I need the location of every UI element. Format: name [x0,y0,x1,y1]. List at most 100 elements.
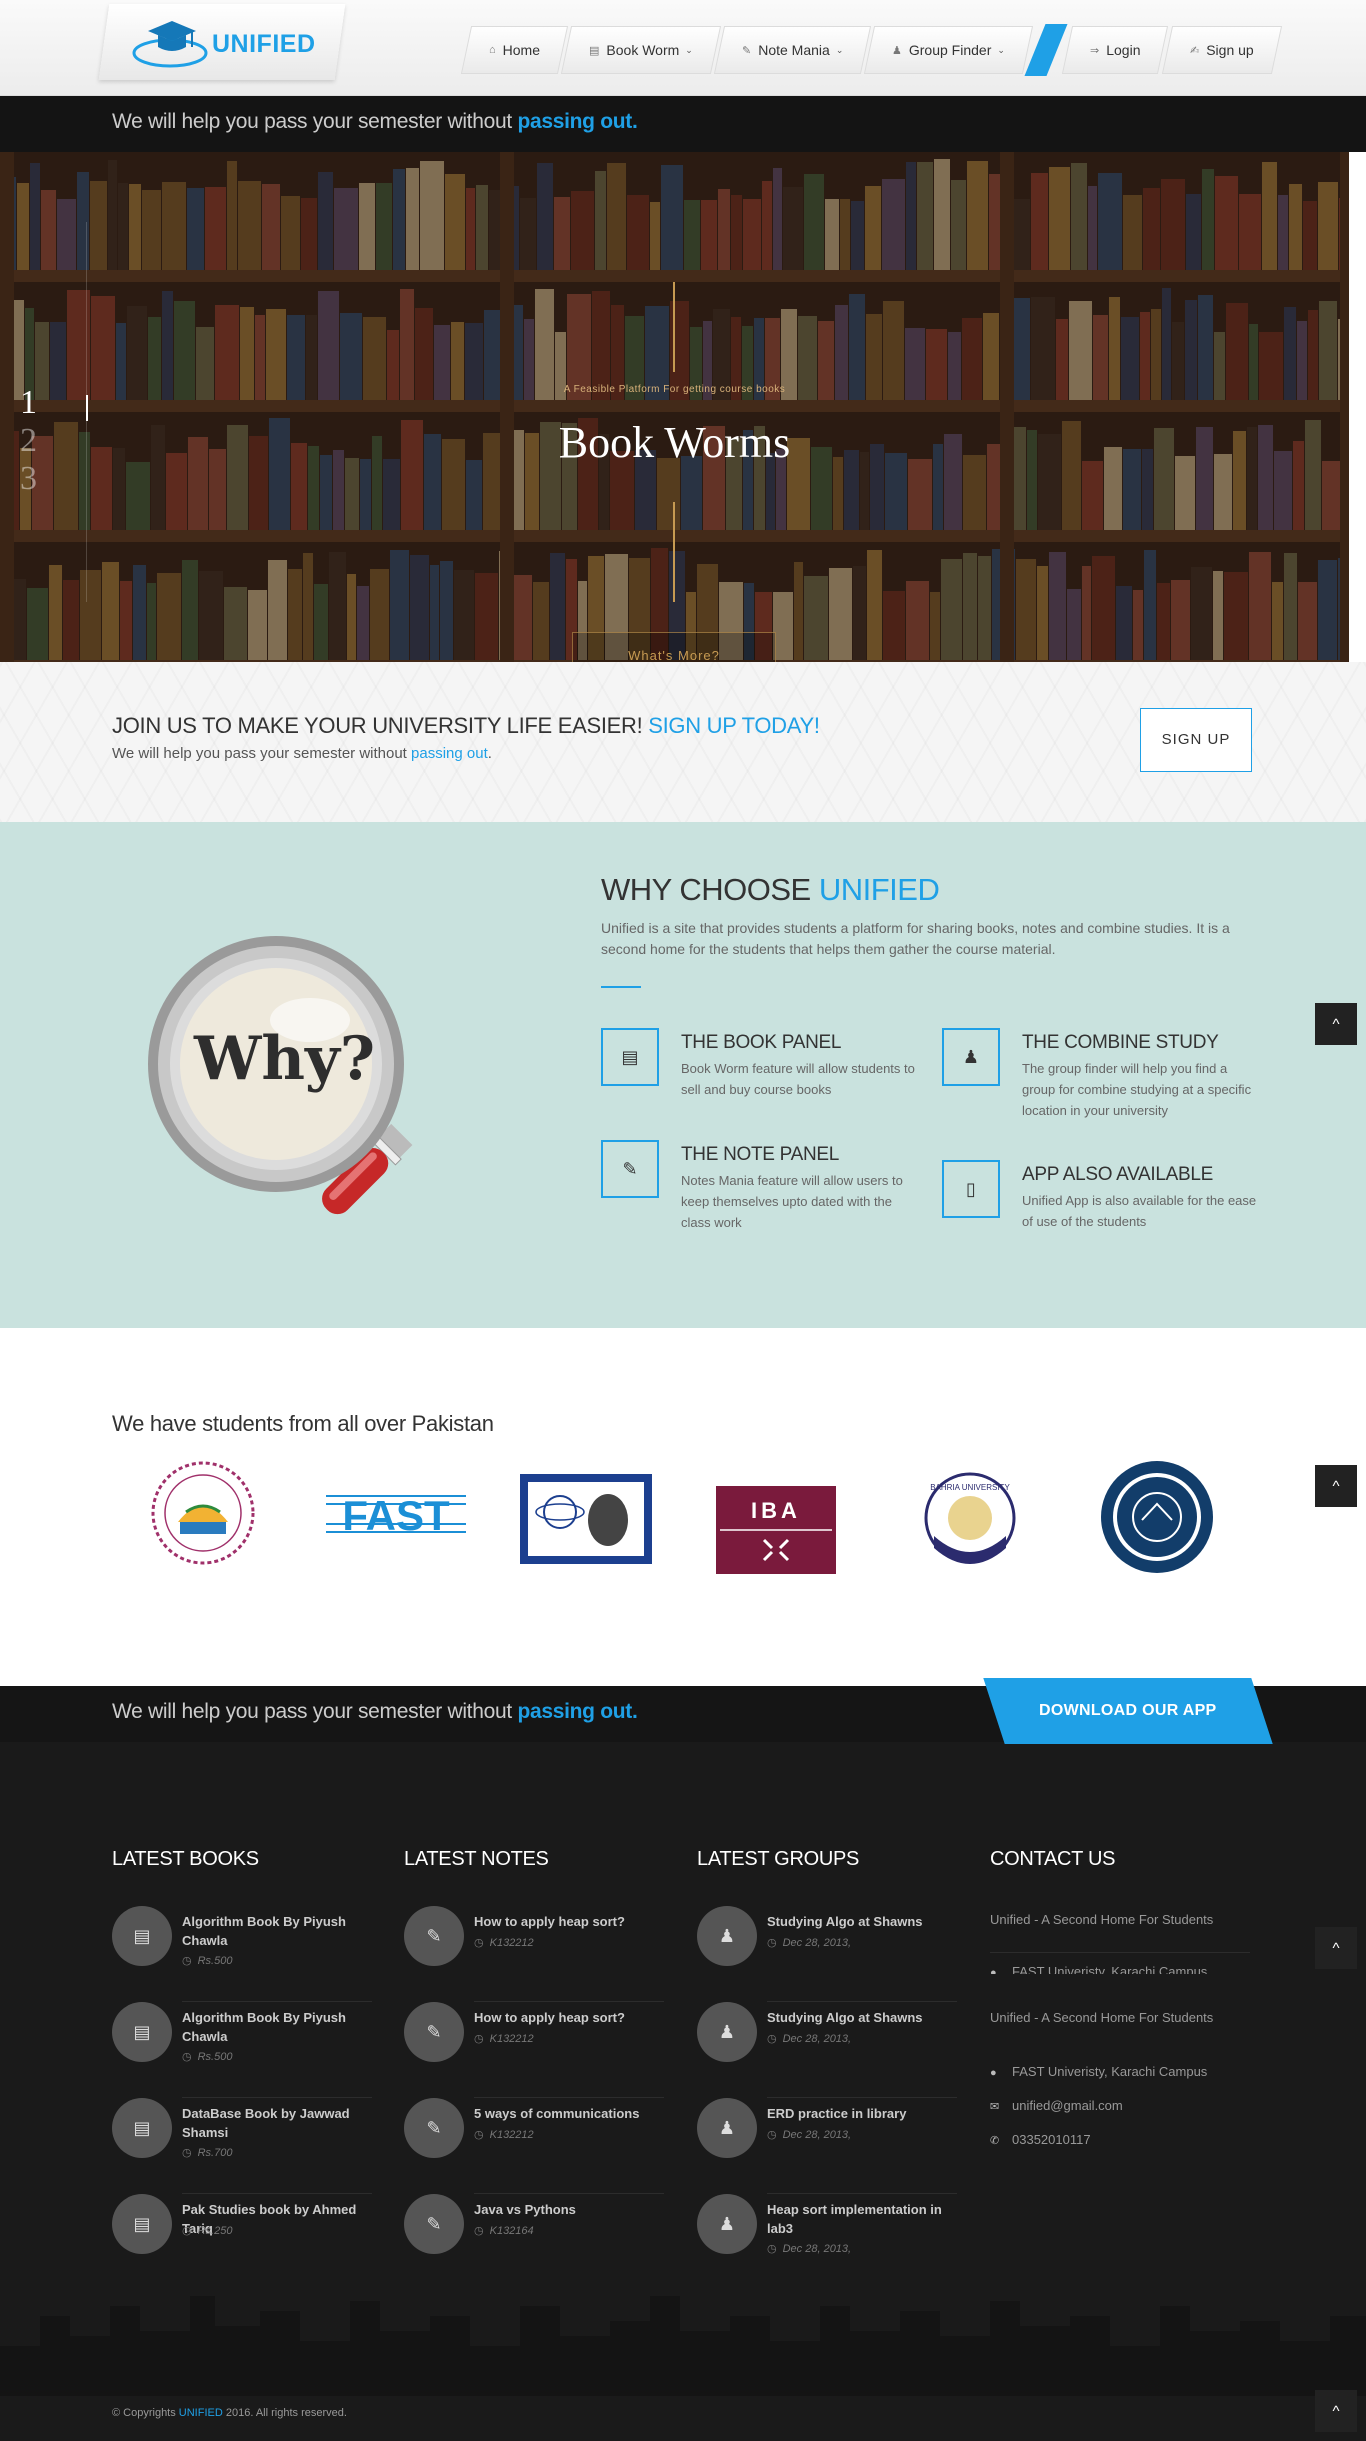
column-title: CONTACT US [990,1848,1116,1870]
clock-icon: ◷ [767,2129,777,2141]
scroll-top-button[interactable]: ^ [1315,1927,1357,1969]
hero-line-bottom [673,502,675,602]
logo[interactable]: UNIFIED [130,16,330,72]
scroll-top-button[interactable]: ^ [1315,2390,1357,2432]
footer-tagline-highlight: passing out. [517,1700,638,1723]
nav-note-mania[interactable]: ✎ Note Mania ⌄ [713,26,872,74]
chevron-up-icon: ^ [1332,1939,1340,1957]
item-date: Dec 28, 2013, [782,1937,852,1949]
mobile-icon: ▯ [942,1160,1000,1218]
item-author: K132212 [489,1937,534,1949]
list-item[interactable]: ♟ ERD practice in library ◷ Dec 28, 2013, [697,2098,957,2194]
join-title-highlight: SIGN UP TODAY! [648,713,820,738]
scroll-top-button[interactable]: ^ [1315,1003,1357,1045]
item-price: Rs.250 [197,2225,233,2237]
list-item[interactable]: ▤ DataBase Book by Jawwad Shamsi ◷ Rs.700 [112,2098,372,2194]
item-meta: ◷ K132212 [474,2032,534,2045]
szabist-logo [520,1474,652,1564]
pencil-icon: ✎ [741,44,752,57]
city-skyline [0,2276,1366,2396]
hero-line-top [673,282,675,372]
list-item[interactable]: ▤ Algorithm Book By Piyush Chawla ◷ Rs.500 [112,1906,372,2002]
list-item[interactable]: ♟ Studying Algo at Shawns ◷ Dec 28, 2013, [697,2002,957,2098]
iba-logo-text: IBA [751,1498,801,1523]
clock-icon: ◷ [474,2033,484,2045]
fast-logo-text: FAST [342,1492,450,1539]
chevron-up-icon: ^ [1332,1477,1340,1495]
chevron-up-icon: ^ [1332,2402,1340,2420]
item-name: Heap sort implementation in lab3 [767,2202,942,2236]
tagline-text: We will help you pass your semester with… [112,110,518,133]
feature-title: APP ALSO AVAILABLE [1022,1164,1214,1185]
item-meta: ◷ Rs.250 [182,2224,232,2237]
download-app-label: DOWNLOAD OUR APP [1039,1702,1217,1719]
nav-label: Book Worm [606,42,680,58]
item-meta: ◷ Dec 28, 2013, [767,2128,851,2141]
group-icon: ♟ [892,44,903,57]
clock-icon: ◷ [182,1955,192,1967]
nav-book-worm[interactable]: ▤ Book Worm ⌄ [560,26,721,74]
why-title-highlight: UNIFIED [818,872,940,907]
item-name: ERD practice in library [767,2106,907,2121]
item-meta: ◷ Dec 28, 2013, [767,1936,851,1949]
item-meta: ◷ Rs.700 [182,2146,232,2159]
logo-text: UNIFIED [212,29,316,58]
feature-desc: Book Worm feature will allow students to… [681,1061,915,1097]
download-app-button[interactable]: DOWNLOAD OUR APP [983,1678,1273,1744]
list-item[interactable]: ▤ Algorithm Book By Piyush Chawla ◷ Rs.500 [112,2002,372,2098]
book-icon: ▤ [112,2098,172,2158]
sign-up-button[interactable]: SIGN UP [1140,708,1252,772]
nav-label: Login [1106,42,1141,58]
contact-address-partial: ● FAST Univeristy, Karachi Campus [990,1964,1207,1974]
fast-logo: FAST [326,1486,466,1542]
site-header: UNIFIED ⌂ Home ▤ Book Worm ⌄ ✎ Note Mania ⌄ ♟… [0,0,1366,96]
item-meta: ◷ Rs.500 [182,1954,232,1967]
contact-email[interactable]: ✉ unified@gmail.com [990,2098,1123,2113]
group-icon: ♟ [942,1028,1000,1086]
join-sub-text: We will help you pass your semester with… [112,745,412,762]
clock-icon: ◷ [474,2225,484,2237]
item-name: DataBase Book by Jawwad Shamsi [182,2106,350,2140]
clock-icon: ◷ [767,2033,777,2045]
list-item[interactable]: ✎ How to apply heap sort? ◷ K132212 [404,2002,664,2098]
pencil-icon: ✎ [404,2098,464,2158]
book-icon: ▤ [601,1028,659,1086]
site-footer: We will help you pass your semester with… [0,1678,1366,2441]
iba-logo: IBA [716,1486,836,1574]
item-author: K132212 [489,2129,534,2141]
tagline-highlight: passing out. [517,110,638,133]
scroll-top-button[interactable]: ^ [1315,1465,1357,1507]
nav-group-finder[interactable]: ♟ Group Finder ⌄ [864,26,1034,74]
copyright-tail: 2016. All rights reserved. [222,2407,347,2419]
join-subtitle: We will help you pass your semester with… [112,745,492,762]
join-sub-highlight: passing out [411,745,488,762]
map-marker-icon: ● [990,2067,997,2079]
list-item[interactable]: ✎ How to apply heap sort? ◷ K132212 [404,1906,664,2002]
list-item[interactable]: ✎ 5 ways of communications ◷ K132212 [404,2098,664,2194]
join-band: JOIN US TO MAKE YOUR UNIVERSITY LIFE EAS… [0,662,1366,822]
item-author: K132164 [489,2225,534,2237]
item-name: Java vs Pythons [474,2202,576,2217]
whats-more-button[interactable]: What's More? [572,632,776,662]
list-item[interactable]: ♟ Studying Algo at Shawns ◷ Dec 28, 2013, [697,1906,957,2002]
pencil-icon: ✎ [404,1906,464,1966]
item-name: How to apply heap sort? [474,1914,625,1929]
item-name: 5 ways of communications [474,2106,640,2121]
address-text: FAST Univeristy, Karachi Campus [1012,1964,1208,1974]
why-section: Why? WHY CHOOSE UNIFIED Unified is a sit… [0,822,1366,1328]
phone-text: 03352010117 [1012,2132,1091,2147]
feature-title: THE NOTE PANEL [681,1144,840,1165]
group-icon: ♟ [697,1906,757,1966]
nav-signup[interactable]: ✍ Sign up [1161,26,1282,74]
why-divider [601,986,641,988]
item-date: Dec 28, 2013, [782,2129,852,2141]
item-meta: ◷ K132164 [474,2224,534,2237]
nav-home[interactable]: ⌂ Home [460,26,569,74]
pencil-icon: ✎ [404,2002,464,2062]
chevron-down-icon: ⌄ [835,44,844,55]
students-title: We have students from all over Pakistan [112,1411,494,1436]
nav-label: Sign up [1205,42,1254,58]
nav-login[interactable]: ⇒ Login [1062,26,1169,74]
chevron-up-icon: ^ [1332,1015,1340,1033]
login-icon: ⇒ [1090,44,1100,57]
